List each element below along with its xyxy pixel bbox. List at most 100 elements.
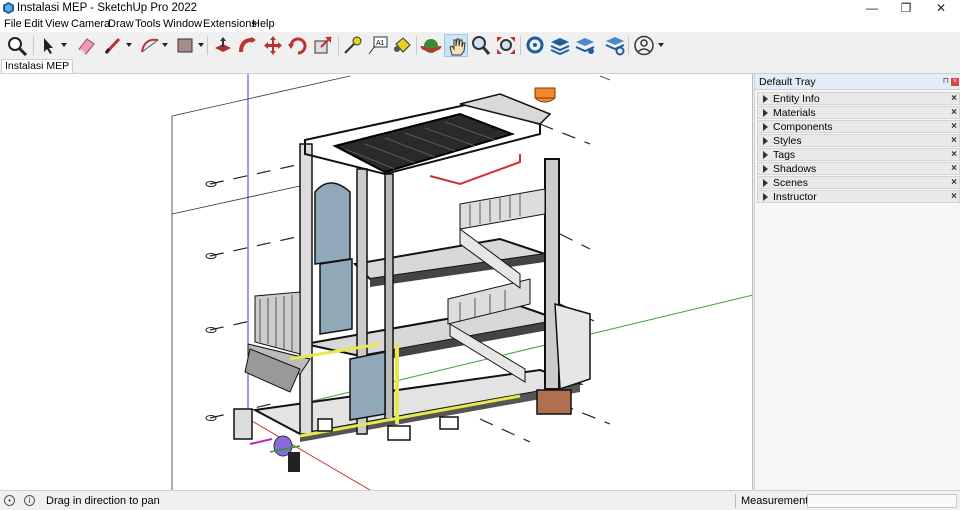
menu-draw[interactable]: Draw xyxy=(108,18,134,30)
move-tool-button[interactable] xyxy=(261,34,285,57)
panel-label: Styles xyxy=(773,135,802,147)
shape-dropdown-icon[interactable] xyxy=(198,43,204,47)
account-dropdown-icon[interactable] xyxy=(658,43,664,47)
menu-extensions[interactable]: Extensions xyxy=(203,18,257,30)
select-tool-button[interactable] xyxy=(36,34,60,57)
svg-text:A1: A1 xyxy=(376,40,385,47)
restore-button[interactable]: ❐ xyxy=(889,0,923,17)
arc-tool-button[interactable] xyxy=(138,34,162,57)
panel-styles[interactable]: Styles × xyxy=(757,134,960,147)
geo-location-icon[interactable]: • xyxy=(4,495,15,506)
close-window-button[interactable]: ✕ xyxy=(924,0,958,17)
zoom-extents-icon xyxy=(497,37,515,54)
menu-help[interactable]: Help xyxy=(252,18,275,30)
expand-arrow-icon xyxy=(763,109,768,117)
shape-tool-button[interactable] xyxy=(173,34,197,57)
line-dropdown-icon[interactable] xyxy=(126,43,132,47)
expand-arrow-icon xyxy=(763,137,768,145)
toolbar-separator xyxy=(520,36,521,55)
panel-entity-info[interactable]: Entity Info × xyxy=(757,92,960,105)
tray-header: Default Tray ⊓ × xyxy=(755,74,960,90)
panel-shadows[interactable]: Shadows × xyxy=(757,162,960,175)
extension-warehouse-button[interactable] xyxy=(548,34,572,57)
window-title: Instalasi MEP - SketchUp Pro 2022 xyxy=(17,2,198,14)
eraser-tool-button[interactable] xyxy=(74,34,98,57)
rectangle-icon xyxy=(177,38,193,53)
panel-components[interactable]: Components × xyxy=(757,120,960,133)
menu-view[interactable]: View xyxy=(45,18,69,30)
zoom-extents-tool-button[interactable] xyxy=(494,34,518,57)
toolbar: A1 xyxy=(0,32,960,59)
text-tool-button[interactable]: A1 xyxy=(366,34,390,57)
panel-label: Instructor xyxy=(773,191,817,203)
status-bar: • i Drag in direction to pan Measurement… xyxy=(0,490,960,510)
expand-arrow-icon xyxy=(763,165,768,173)
menu-window[interactable]: Window xyxy=(163,18,202,30)
3d-warehouse-button[interactable] xyxy=(523,34,547,57)
push-pull-icon xyxy=(215,37,231,52)
line-tool-button[interactable] xyxy=(101,34,125,57)
panel-close-icon[interactable]: × xyxy=(951,107,957,119)
orbit-tool-button[interactable] xyxy=(419,34,443,57)
layout-send-button[interactable] xyxy=(603,34,627,57)
menu-camera[interactable]: Camera xyxy=(71,18,110,30)
extension-manager-icon xyxy=(575,38,595,54)
building-model xyxy=(233,87,591,472)
tape-measure-tool-button[interactable] xyxy=(341,34,365,57)
pan-tool-button[interactable] xyxy=(444,34,468,57)
scene-tab-bar: Instalasi MEP xyxy=(0,59,960,74)
arc-icon xyxy=(141,38,159,53)
select-arrow-icon xyxy=(44,38,53,54)
toolbar-separator xyxy=(207,36,208,55)
scene-tab[interactable]: Instalasi MEP xyxy=(1,59,74,73)
zoom-magnifier-icon xyxy=(472,36,491,55)
extension-manager-button[interactable] xyxy=(573,34,597,57)
sketchup-logo-icon xyxy=(3,2,14,14)
search-icon xyxy=(8,37,28,57)
search-tool-button[interactable] xyxy=(5,34,29,57)
status-divider xyxy=(735,494,736,508)
toolbar-separator xyxy=(33,36,34,55)
scale-tool-button[interactable] xyxy=(311,34,335,57)
tray-title: Default Tray xyxy=(759,76,816,88)
rotate-tool-button[interactable] xyxy=(286,34,310,57)
panel-close-icon[interactable]: × xyxy=(951,163,957,175)
eraser-icon xyxy=(78,38,95,55)
scale-icon xyxy=(314,36,332,54)
push-pull-tool-button[interactable] xyxy=(211,34,235,57)
panel-close-icon[interactable]: × xyxy=(951,135,957,147)
model-viewport[interactable] xyxy=(0,74,753,490)
expand-arrow-icon xyxy=(763,123,768,131)
paint-bucket-tool-button[interactable] xyxy=(390,34,414,57)
menu-tools[interactable]: Tools xyxy=(135,18,161,30)
panel-close-icon[interactable]: × xyxy=(951,149,957,161)
panel-close-icon[interactable]: × xyxy=(951,177,957,189)
extension-warehouse-icon xyxy=(550,38,570,56)
account-button[interactable] xyxy=(632,34,656,57)
status-hint: Drag in direction to pan xyxy=(46,495,160,507)
info-icon[interactable]: i xyxy=(24,495,35,506)
panel-materials[interactable]: Materials × xyxy=(757,106,960,119)
minimize-button[interactable]: — xyxy=(855,0,889,17)
measurements-input[interactable] xyxy=(807,494,957,508)
zoom-tool-button[interactable] xyxy=(469,34,493,57)
measurements-label: Measurements xyxy=(741,495,814,507)
arc-dropdown-icon[interactable] xyxy=(162,43,168,47)
panel-close-icon[interactable]: × xyxy=(951,121,957,133)
pin-icon[interactable]: ⊓ xyxy=(943,76,949,85)
panel-label: Entity Info xyxy=(773,93,820,105)
move-icon xyxy=(264,36,282,55)
menu-file[interactable]: File xyxy=(4,18,22,30)
panel-tags[interactable]: Tags × xyxy=(757,148,960,161)
expand-arrow-icon xyxy=(763,95,768,103)
tray-close-icon[interactable]: × xyxy=(951,78,959,86)
panel-instructor[interactable]: Instructor × xyxy=(757,190,960,203)
panel-label: Components xyxy=(773,121,833,133)
follow-me-tool-button[interactable] xyxy=(236,34,260,57)
menu-edit[interactable]: Edit xyxy=(24,18,43,30)
pencil-icon xyxy=(104,37,121,55)
panel-scenes[interactable]: Scenes × xyxy=(757,176,960,189)
select-dropdown-icon[interactable] xyxy=(61,43,67,47)
panel-close-icon[interactable]: × xyxy=(951,93,957,105)
panel-close-icon[interactable]: × xyxy=(951,191,957,203)
